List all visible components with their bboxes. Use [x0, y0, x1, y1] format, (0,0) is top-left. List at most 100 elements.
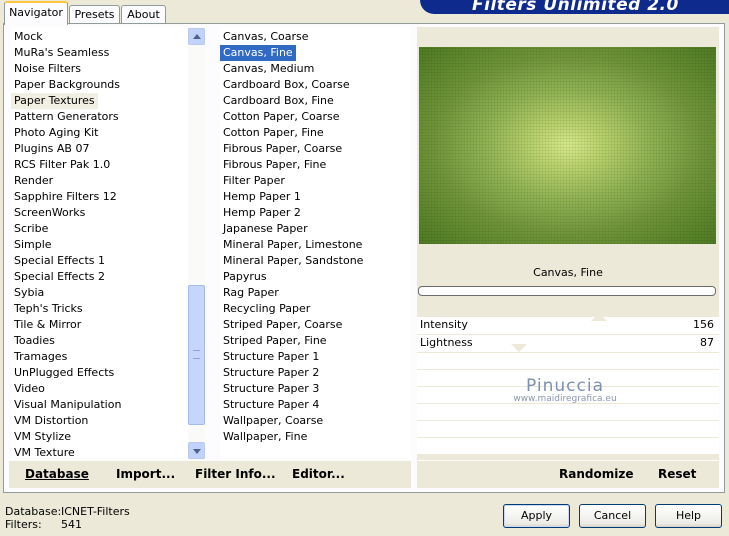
list-item[interactable]: Striped Paper, Fine [220, 333, 330, 349]
list-item[interactable]: Cardboard Box, Fine [220, 93, 337, 109]
tab-about[interactable]: About [121, 5, 166, 24]
list-item[interactable]: Wallpaper, Coarse [220, 413, 326, 429]
scroll-thumb[interactable] [188, 285, 205, 425]
list-item[interactable]: Rag Paper [220, 285, 282, 301]
reset-button[interactable]: Reset [658, 467, 696, 481]
list-item[interactable]: UnPlugged Effects [11, 365, 117, 381]
randomize-button[interactable]: Randomize [559, 467, 633, 481]
list-item[interactable]: Special Effects 2 [11, 269, 108, 285]
list-item[interactable]: Mineral Paper, Sandstone [220, 253, 366, 269]
list-item[interactable]: ScreenWorks [11, 205, 88, 221]
list-item[interactable]: Canvas, Coarse [220, 29, 312, 45]
list-item[interactable]: VM Texture [11, 445, 78, 460]
list-item-label: Cardboard Box, Fine [223, 94, 334, 107]
list-item[interactable]: Fibrous Paper, Fine [220, 157, 329, 173]
list-item-label: Cardboard Box, Coarse [223, 78, 350, 91]
list-item[interactable]: Toadies [11, 333, 58, 349]
import-button[interactable]: Import... [116, 467, 175, 481]
list-item-label: Plugins AB 07 [14, 142, 90, 155]
list-item-label: Toadies [14, 334, 55, 347]
list-item[interactable]: Papyrus [220, 269, 270, 285]
app-banner: Filters Unlimited 2.0 [420, 0, 729, 14]
list-item[interactable]: Recycling Paper [220, 301, 313, 317]
list-item[interactable]: Pattern Generators [11, 109, 122, 125]
list-item[interactable]: Cotton Paper, Fine [220, 125, 327, 141]
list-item-label: VM Texture [14, 446, 75, 459]
list-item-label: Teph's Tricks [14, 302, 83, 315]
filter-list[interactable]: Canvas, Coarse Canvas, Fine Canvas, Medium… [220, 27, 411, 460]
list-item[interactable]: VM Stylize [11, 429, 74, 445]
list-item[interactable]: Sybia [11, 285, 47, 301]
list-item[interactable]: Canvas, Fine [220, 45, 296, 61]
list-item-label: Papyrus [223, 270, 267, 283]
tab-presets[interactable]: Presets [69, 5, 120, 24]
list-item[interactable]: Japanese Paper [220, 221, 311, 237]
slider-intensity[interactable]: Intensity 156 [417, 313, 719, 335]
list-item-label: Wallpaper, Coarse [223, 414, 324, 427]
list-item-label: Render [14, 174, 54, 187]
list-item[interactable]: Teph's Tricks [11, 301, 86, 317]
tab-navigator[interactable]: Navigator [4, 1, 68, 25]
help-button[interactable]: Help [655, 504, 722, 528]
scroll-up-button[interactable] [188, 28, 205, 45]
list-item[interactable]: Noise Filters [11, 61, 84, 77]
list-item-label: Mineral Paper, Limestone [223, 238, 363, 251]
list-item[interactable]: Structure Paper 2 [220, 365, 322, 381]
list-item[interactable]: Plugins AB 07 [11, 141, 92, 157]
list-item-label: Noise Filters [14, 62, 81, 75]
chevron-down-icon [193, 449, 201, 454]
filter-info-button[interactable]: Filter Info... [195, 467, 276, 481]
list-item[interactable]: Photo Aging Kit [11, 125, 101, 141]
list-item[interactable]: Structure Paper 4 [220, 397, 322, 413]
list-item[interactable]: Paper Textures [11, 93, 98, 109]
list-item[interactable]: MuRa's Seamless [11, 45, 112, 61]
list-item[interactable]: Cotton Paper, Coarse [220, 109, 343, 125]
list-item-label: Special Effects 1 [14, 254, 106, 267]
apply-button[interactable]: Apply [503, 504, 570, 528]
list-item[interactable]: Filter Paper [220, 173, 288, 189]
list-item-label: Cotton Paper, Fine [223, 126, 324, 139]
list-item[interactable]: Striped Paper, Coarse [220, 317, 345, 333]
list-item[interactable]: Cardboard Box, Coarse [220, 77, 353, 93]
list-item-label: Video [14, 382, 45, 395]
slider-thumb[interactable] [511, 344, 527, 352]
slider-thumb[interactable] [591, 313, 607, 321]
database-button[interactable]: Database [25, 467, 89, 481]
list-item[interactable]: Sapphire Filters 12 [11, 189, 120, 205]
list-item[interactable]: Scribe [11, 221, 51, 237]
filters-status-value: 541 [61, 518, 82, 531]
slider-lightness[interactable]: Lightness 87 [417, 335, 719, 353]
list-item[interactable]: Render [11, 173, 56, 189]
list-item[interactable]: Mock [11, 29, 46, 45]
scroll-down-button[interactable] [188, 442, 205, 459]
cancel-button[interactable]: Cancel [579, 504, 646, 528]
list-item[interactable]: Paper Backgrounds [11, 77, 123, 93]
list-item-label: VM Distortion [14, 414, 89, 427]
list-item[interactable]: Special Effects 1 [11, 253, 108, 269]
list-item[interactable]: RCS Filter Pak 1.0 [11, 157, 113, 173]
list-item-label: Hemp Paper 2 [223, 206, 301, 219]
list-item[interactable]: Video [11, 381, 48, 397]
list-item[interactable]: Visual Manipulation [11, 397, 124, 413]
list-item[interactable]: Structure Paper 3 [220, 381, 322, 397]
list-item-label: Structure Paper 1 [223, 350, 320, 363]
watermark-name: Pinuccia [526, 376, 604, 396]
list-item[interactable]: Simple [11, 237, 55, 253]
list-item[interactable]: Hemp Paper 2 [220, 205, 304, 221]
list-item[interactable]: Tile & Mirror [11, 317, 84, 333]
list-item[interactable]: VM Distortion [11, 413, 91, 429]
list-item[interactable]: Mineral Paper, Limestone [220, 237, 365, 253]
slider-value: 156 [693, 318, 714, 331]
slider-label: Lightness [420, 336, 473, 349]
list-item[interactable]: Structure Paper 1 [220, 349, 322, 365]
category-list[interactable]: Mock MuRa's Seamless Noise Filters Paper Ba… [11, 27, 188, 460]
list-item[interactable]: Wallpaper, Fine [220, 429, 310, 445]
category-scrollbar[interactable] [188, 27, 205, 460]
empty-slider-row [417, 404, 719, 421]
editor-button[interactable]: Editor... [292, 467, 345, 481]
list-item[interactable]: Tramages [11, 349, 70, 365]
list-item[interactable]: Hemp Paper 1 [220, 189, 304, 205]
list-item[interactable]: Canvas, Medium [220, 61, 317, 77]
list-item-label: Cotton Paper, Coarse [223, 110, 340, 123]
list-item[interactable]: Fibrous Paper, Coarse [220, 141, 345, 157]
